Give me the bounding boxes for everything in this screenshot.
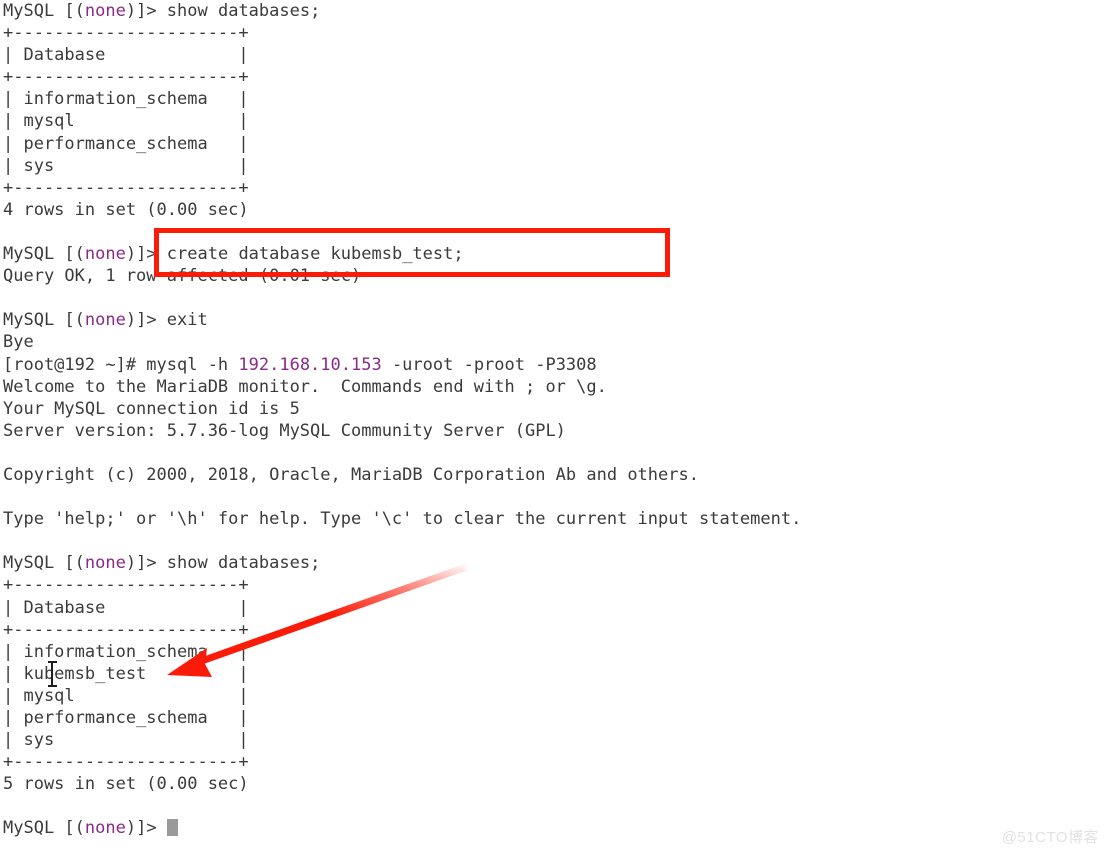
prompt-database: none: [84, 1, 126, 21]
terminal-output-line: | Database |: [0, 44, 1112, 66]
terminal-output-text: Query OK, 1 row affected (0.01 sec): [3, 266, 362, 287]
shell-host-address: 192.168.10.153: [238, 354, 382, 375]
terminal-output-line: | sys |: [0, 729, 1112, 751]
prompt-suffix: )]>: [125, 818, 167, 839]
terminal-output-line: | mysql |: [0, 110, 1112, 132]
terminal-screen: MySQL [(none)]> show databases; +--------…: [0, 0, 1112, 859]
prompt-suffix: )]>: [125, 1, 167, 21]
terminal-prompt-line: MySQL [(none)]>: [0, 817, 1112, 839]
terminal-output-text: 4 rows in set (0.00 sec): [3, 199, 249, 220]
prompt-database: none: [84, 553, 126, 574]
prompt-suffix: )]>: [125, 244, 167, 265]
terminal-output[interactable]: MySQL [(none)]> show databases; +--------…: [0, 0, 1112, 840]
terminal-prompt-line: MySQL [(none)]> exit: [0, 309, 1112, 331]
terminal-output-text: Server version: 5.7.36-log MySQL Communi…: [3, 420, 566, 441]
terminal-output-text: Bye: [3, 332, 34, 353]
terminal-output-line: +----------------------+: [0, 619, 1112, 641]
terminal-output-line: Your MySQL connection id is 5: [0, 398, 1112, 420]
terminal-output-line: | performance_schema |: [0, 707, 1112, 729]
terminal-output-line: Query OK, 1 row affected (0.01 sec): [0, 265, 1112, 287]
terminal-output-text: +----------------------+: [3, 177, 249, 198]
prompt-prefix: MySQL [(: [3, 244, 85, 265]
terminal-output-text: | kubemsb_test |: [3, 663, 249, 684]
terminal-output-line: | information_schema |: [0, 641, 1112, 663]
terminal-output-text: | performance_schema |: [3, 708, 249, 728]
shell-args: -uroot -proot -P3308: [381, 354, 597, 375]
terminal-output-text: | information_schema |: [3, 89, 249, 110]
terminal-output-line: | sys |: [0, 155, 1112, 177]
prompt-prefix: MySQL [(: [3, 818, 85, 839]
prompt-database: none: [84, 818, 126, 839]
terminal-output-line: | kubemsb_test |: [0, 663, 1112, 685]
prompt-suffix: )]>: [125, 553, 167, 574]
prompt-prefix: MySQL [(: [3, 1, 85, 21]
terminal-output-line: | mysql |: [0, 685, 1112, 707]
terminal-prompt-line: MySQL [(none)]> create database kubemsb_…: [0, 243, 1112, 265]
prompt-database: none: [84, 244, 126, 265]
terminal-output-text: | Database |: [3, 45, 249, 66]
terminal-output-text: | sys |: [3, 155, 249, 176]
terminal-command: exit: [166, 310, 208, 331]
prompt-suffix: )]>: [125, 310, 167, 331]
terminal-output-text: Copyright (c) 2000, 2018, Oracle, MariaD…: [3, 464, 699, 485]
terminal-output-text: | information_schema |: [3, 641, 249, 662]
terminal-cursor: [166, 819, 178, 837]
terminal-output-text: Your MySQL connection id is 5: [3, 398, 300, 419]
terminal-output-line: Copyright (c) 2000, 2018, Oracle, MariaD…: [0, 464, 1112, 486]
terminal-output-line: | information_schema |: [0, 88, 1112, 110]
terminal-output-text: +----------------------+: [3, 575, 249, 596]
shell-command-line: [root@192 ~]# mysql -h 192.168.10.153 -u…: [0, 354, 1112, 376]
terminal-output-text: | Database |: [3, 597, 249, 618]
terminal-output-line: | Database |: [0, 597, 1112, 619]
terminal-output-text: +----------------------+: [3, 23, 249, 44]
prompt-prefix: MySQL [(: [3, 553, 85, 574]
terminal-output-text: | sys |: [3, 730, 249, 751]
terminal-output-line: Welcome to the MariaDB monitor. Commands…: [0, 376, 1112, 398]
terminal-command: show databases;: [166, 553, 321, 574]
terminal-output-line: +----------------------+: [0, 574, 1112, 596]
terminal-output-text: Type 'help;' or '\h' for help. Type '\c'…: [3, 509, 802, 530]
terminal-output-line: Bye: [0, 331, 1112, 353]
terminal-prompt-line: MySQL [(none)]> show databases;: [0, 0, 1112, 22]
terminal-output-line: +----------------------+: [0, 66, 1112, 88]
terminal-output-line: Server version: 5.7.36-log MySQL Communi…: [0, 420, 1112, 442]
terminal-prompt-line: MySQL [(none)]> show databases;: [0, 552, 1112, 574]
terminal-output-line: 5 rows in set (0.00 sec): [0, 773, 1112, 795]
terminal-output-text: | performance_schema |: [3, 133, 249, 154]
terminal-output-text: +----------------------+: [3, 619, 249, 640]
terminal-output-text: | mysql |: [3, 111, 249, 132]
terminal-command: create database kubemsb_test;: [166, 244, 464, 265]
terminal-output-line: Type 'help;' or '\h' for help. Type '\c'…: [0, 508, 1112, 530]
shell-prefix: [root@192 ~]# mysql -h: [3, 354, 239, 375]
terminal-output-text: | mysql |: [3, 685, 249, 706]
terminal-output-text: +----------------------+: [3, 752, 249, 773]
terminal-output-text: Welcome to the MariaDB monitor. Commands…: [3, 376, 607, 397]
terminal-command: show databases;: [166, 1, 321, 21]
prompt-database: none: [84, 310, 126, 331]
terminal-output-line: +----------------------+: [0, 177, 1112, 199]
terminal-output-line: 4 rows in set (0.00 sec): [0, 199, 1112, 221]
terminal-output-text: +----------------------+: [3, 67, 249, 88]
prompt-prefix: MySQL [(: [3, 310, 85, 331]
terminal-output-line: +----------------------+: [0, 751, 1112, 773]
terminal-output-line: | performance_schema |: [0, 133, 1112, 155]
terminal-output-text: 5 rows in set (0.00 sec): [3, 774, 249, 795]
terminal-output-line: +----------------------+: [0, 22, 1112, 44]
